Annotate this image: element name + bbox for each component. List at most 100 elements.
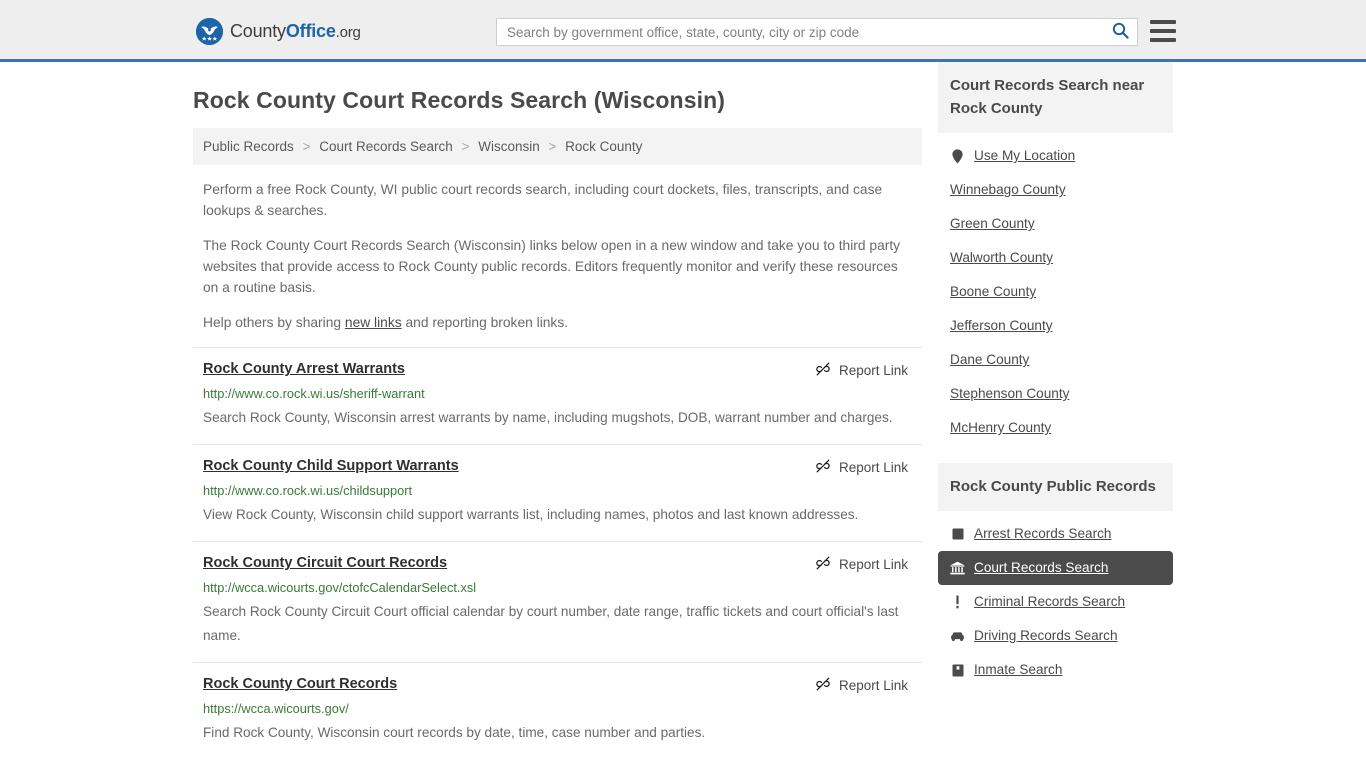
eagle-seal-icon: [196, 18, 223, 45]
breadcrumb-item-court-records-search[interactable]: Court Records Search: [319, 139, 453, 154]
search-button[interactable]: [1103, 19, 1137, 45]
intro-paragraph-3: Help others by sharing new links and rep…: [193, 312, 922, 333]
hamburger-bar-1: [1150, 20, 1176, 24]
sidebar-item-boone-county[interactable]: Boone County: [938, 275, 1173, 309]
sidebar-link-use-my-location[interactable]: Use My Location: [974, 147, 1075, 165]
sidebar-link-jefferson-county[interactable]: Jefferson County: [950, 317, 1053, 335]
page-title: Rock County Court Records Search (Wiscon…: [193, 87, 725, 113]
intro-text-before-link: Help others by sharing: [203, 315, 345, 330]
car-icon: [950, 629, 965, 644]
breadcrumb-item-wisconsin[interactable]: Wisconsin: [478, 139, 540, 154]
report-link-label: Report Link: [838, 460, 908, 475]
result-description: Search Rock County Circuit Court officia…: [203, 604, 899, 643]
result-item: Rock County Child Support Warrants Repor…: [193, 444, 922, 541]
hamburger-menu-icon[interactable]: [1150, 20, 1176, 42]
intro-text-after-link: and reporting broken links.: [401, 315, 569, 330]
search-bar[interactable]: [496, 18, 1138, 46]
broken-link-icon: [815, 361, 831, 380]
nearby-search-heading: Court Records Search near Rock County: [938, 62, 1173, 133]
nearby-search-list: Use My Location Winnebago County Green C…: [938, 133, 1173, 445]
sidebar-item-use-my-location[interactable]: Use My Location: [938, 139, 1173, 173]
sidebar-link-criminal-records-search[interactable]: Criminal Records Search: [974, 593, 1125, 611]
search-icon: [1112, 22, 1129, 42]
result-item: Rock County Court Records Report Link ht…: [193, 662, 922, 759]
result-title-link[interactable]: Rock County Arrest Warrants: [203, 360, 405, 379]
result-item: Rock County Arrest Warrants Report Link: [193, 347, 922, 444]
sidebar-item-arrest-records-search[interactable]: Arrest Records Search: [938, 517, 1173, 551]
page-body: Rock County Court Records Search (Wiscon…: [0, 62, 1366, 759]
report-link-label: Report Link: [838, 678, 908, 693]
sidebar-link-winnebago-county[interactable]: Winnebago County: [950, 181, 1066, 199]
result-title-link[interactable]: Rock County Circuit Court Records: [203, 554, 447, 573]
square-badge-icon: [950, 527, 965, 542]
sidebar-item-jefferson-county[interactable]: Jefferson County: [938, 309, 1173, 343]
sidebar-link-driving-records-search[interactable]: Driving Records Search: [974, 627, 1118, 645]
result-description: Search Rock County, Wisconsin arrest war…: [203, 410, 893, 425]
broken-link-icon: [815, 555, 831, 574]
sidebar-item-walworth-county[interactable]: Walworth County: [938, 241, 1173, 275]
sidebar-item-dane-county[interactable]: Dane County: [938, 343, 1173, 377]
site-header: CountyOffice.org: [0, 0, 1366, 62]
result-header: Rock County Court Records Report Link: [203, 675, 912, 695]
result-url-link[interactable]: http://wcca.wicourts.gov/ctofcCalendarSe…: [203, 579, 912, 596]
content-container: Rock County Court Records Search (Wiscon…: [193, 62, 1173, 759]
sidebar-link-court-records-search[interactable]: Court Records Search: [974, 559, 1108, 577]
report-link-button[interactable]: Report Link: [815, 554, 908, 574]
sidebar: Court Records Search near Rock County Us…: [938, 62, 1173, 691]
intro-paragraph-1: Perform a free Rock County, WI public co…: [203, 182, 883, 218]
breadcrumb-separator: >: [302, 139, 311, 154]
courthouse-icon: [950, 561, 965, 576]
sidebar-item-stephenson-county[interactable]: Stephenson County: [938, 377, 1173, 411]
sidebar-link-green-county[interactable]: Green County: [950, 215, 1035, 233]
sidebar-link-boone-county[interactable]: Boone County: [950, 283, 1036, 301]
exclamation-icon: [950, 595, 965, 610]
inmate-icon: [950, 663, 965, 678]
sidebar-link-walworth-county[interactable]: Walworth County: [950, 249, 1053, 267]
sidebar-item-inmate-search[interactable]: Inmate Search: [938, 653, 1173, 687]
logo-text-office: Office: [285, 21, 336, 41]
report-link-button[interactable]: Report Link: [815, 457, 908, 477]
result-title-link[interactable]: Rock County Court Records: [203, 675, 397, 694]
hamburger-bar-3: [1150, 38, 1176, 42]
report-link-button[interactable]: Report Link: [815, 360, 908, 380]
result-title-link[interactable]: Rock County Child Support Warrants: [203, 457, 459, 476]
report-link-label: Report Link: [838, 557, 908, 572]
report-link-button[interactable]: Report Link: [815, 675, 908, 695]
result-url-link[interactable]: http://www.co.rock.wi.us/sheriff-warrant: [203, 385, 912, 402]
breadcrumb-item-public-records[interactable]: Public Records: [203, 139, 294, 154]
sidebar-item-mchenry-county[interactable]: McHenry County: [938, 411, 1173, 445]
broken-link-icon: [815, 676, 831, 695]
result-description: Find Rock County, Wisconsin court record…: [203, 725, 706, 740]
sidebar-link-arrest-records-search[interactable]: Arrest Records Search: [974, 525, 1112, 543]
search-input[interactable]: [497, 19, 1103, 45]
intro-section: Perform a free Rock County, WI public co…: [193, 179, 922, 333]
sidebar-link-dane-county[interactable]: Dane County: [950, 351, 1029, 369]
public-records-list: Arrest Records Search Court Records Sear…: [938, 511, 1173, 687]
logo-wordmark: CountyOffice.org: [230, 21, 361, 42]
sidebar-item-court-records-search[interactable]: Court Records Search: [938, 551, 1173, 585]
results-list: Rock County Arrest Warrants Report Link: [193, 347, 922, 759]
result-url-link[interactable]: http://www.co.rock.wi.us/childsupport: [203, 482, 912, 499]
hamburger-bar-2: [1150, 29, 1176, 33]
breadcrumb-item-rock-county[interactable]: Rock County: [565, 139, 642, 154]
breadcrumb-separator: >: [461, 139, 470, 154]
sidebar-item-green-county[interactable]: Green County: [938, 207, 1173, 241]
result-item: Rock County Circuit Court Records Report…: [193, 541, 922, 662]
sidebar-item-driving-records-search[interactable]: Driving Records Search: [938, 619, 1173, 653]
sidebar-link-inmate-search[interactable]: Inmate Search: [974, 661, 1062, 679]
new-links-link[interactable]: new links: [345, 315, 402, 330]
result-header: Rock County Circuit Court Records Report…: [203, 554, 912, 574]
result-description: View Rock County, Wisconsin child suppor…: [203, 507, 859, 522]
main-column: Rock County Court Records Search (Wiscon…: [193, 62, 922, 759]
sidebar-link-stephenson-county[interactable]: Stephenson County: [950, 385, 1069, 403]
site-logo[interactable]: CountyOffice.org: [196, 18, 361, 45]
sidebar-item-winnebago-county[interactable]: Winnebago County: [938, 173, 1173, 207]
result-header: Rock County Arrest Warrants Report Link: [203, 360, 912, 380]
breadcrumb-separator: >: [548, 139, 557, 154]
result-url-link[interactable]: https://wcca.wicourts.gov/: [203, 700, 912, 717]
public-records-heading: Rock County Public Records: [938, 463, 1173, 511]
sidebar-link-mchenry-county[interactable]: McHenry County: [950, 419, 1051, 437]
sidebar-item-criminal-records-search[interactable]: Criminal Records Search: [938, 585, 1173, 619]
intro-paragraph-2: The Rock County Court Records Search (Wi…: [203, 238, 901, 295]
logo-text-county: County: [230, 21, 286, 41]
